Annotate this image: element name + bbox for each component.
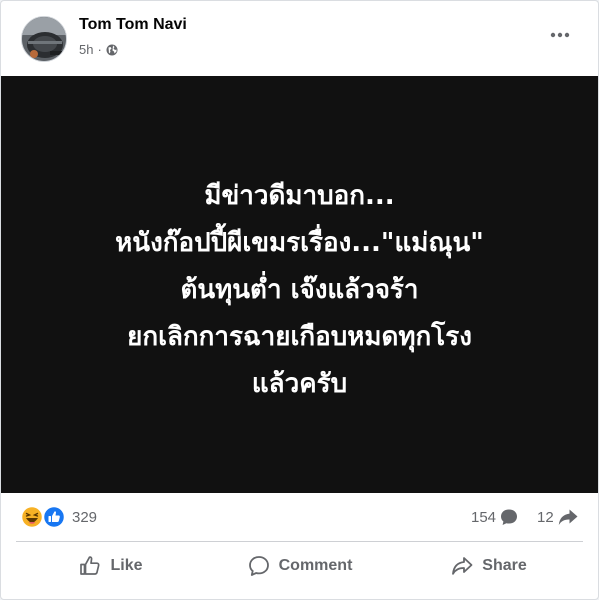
more-options-icon[interactable] [546,25,574,45]
shares-count: 12 [537,508,554,526]
share-button[interactable]: Share [394,542,583,590]
image-text: มีข่าวดีมาบอก... หนังก๊อปปี้ผีเขมรเรื่อง… [115,173,484,408]
post-card: Tom Tom Navi 5h · มีข่าวดีมาบอก... หนังก… [0,0,599,600]
image-text-line: ต้นทุนต่ำ เจ๊งแล้วจร้า [180,275,419,305]
like-button[interactable]: Like [16,542,205,590]
share-label: Share [482,557,527,574]
like-label: Like [110,557,143,574]
comment-label: Comment [278,557,353,574]
author-name[interactable]: Tom Tom Navi [79,16,187,34]
like-icon [42,505,66,529]
comment-bubble-icon [501,509,518,525]
reaction-icons[interactable] [20,505,69,529]
shares-stat[interactable]: 12 [537,507,579,527]
post-time[interactable]: 5h [79,42,93,57]
haha-icon [20,505,44,529]
post-meta: 5h · [79,42,118,57]
globe-icon [106,44,118,56]
reactions-count[interactable]: 329 [72,509,97,526]
post-actions: Like Comment Share [16,542,583,590]
comments-stat[interactable]: 154 [471,507,519,527]
thumbs-up-icon [80,556,100,575]
image-text-line: ยกเลิกการฉายเกือบหมดทุกโรง [127,322,472,352]
image-text-line: แล้วครับ [251,369,348,399]
comment-icon [248,556,269,576]
share-icon [452,557,473,575]
image-text-line: หนังก๊อปปี้ผีเขมรเรื่อง..."แม่ณุน" [115,228,484,258]
post-header: Tom Tom Navi 5h · [1,1,598,76]
image-text-line: มีข่าวดีมาบอก... [204,181,395,211]
avatar[interactable] [21,16,67,62]
comments-count: 154 [471,508,497,526]
share-arrow-icon [558,509,578,525]
post-stats: 329 154 12 [1,493,598,540]
post-image[interactable]: มีข่าวดีมาบอก... หนังก๊อปปี้ผีเขมรเรื่อง… [1,76,598,493]
meta-separator: · [97,42,102,57]
avatar-image [22,17,66,61]
comment-button[interactable]: Comment [205,542,394,590]
